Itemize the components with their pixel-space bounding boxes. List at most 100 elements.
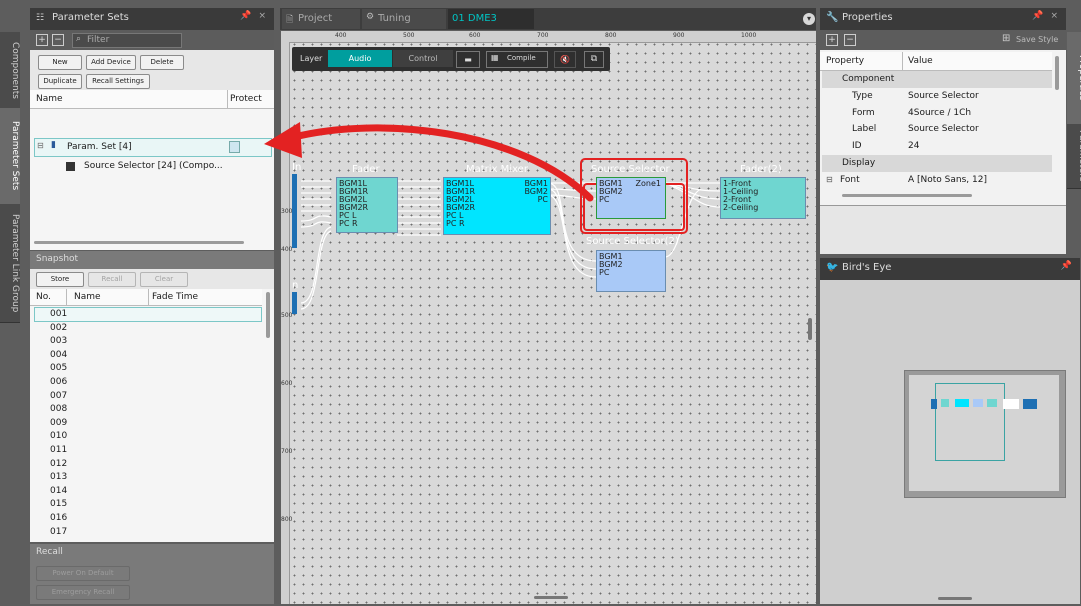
snapshot-row[interactable]: 006 (34, 376, 262, 390)
snapshot-list-header: No. Name Fade Time (30, 289, 262, 306)
tab-dme3[interactable]: 01 DME3 (448, 9, 534, 29)
snapshot-row[interactable]: 012 (34, 458, 262, 472)
snapshot-row[interactable]: 015 (34, 498, 262, 512)
collapse-icon[interactable]: ⊟ (826, 172, 833, 189)
source-selector-component[interactable]: BGM1 BGM2 PC Zone1 (596, 177, 666, 219)
snapshot-number: 017 (50, 526, 68, 537)
snapshot-row[interactable]: 003 (34, 335, 262, 349)
pin-icon[interactable]: 📌 (1061, 261, 1074, 271)
birdseye-minimap (931, 397, 1041, 411)
tree-item-param-set[interactable]: ⊟ ▮ Param. Set [4] (34, 138, 272, 157)
new-button[interactable]: New (38, 55, 82, 70)
pin-icon[interactable]: 📌 × (1032, 11, 1060, 21)
in2-label: n (292, 280, 299, 291)
expand-all-icon[interactable]: + (826, 34, 838, 46)
tab-tuning-label: Tuning (378, 13, 411, 24)
snapshot-row[interactable]: 011 (34, 444, 262, 458)
col-value: Value (908, 56, 933, 66)
tuning-icon: ⚙ (366, 12, 375, 22)
collapse-all-icon[interactable]: − (844, 34, 856, 46)
v-scrollbar[interactable] (266, 292, 270, 338)
save-style-label[interactable]: Save Style (1016, 35, 1058, 44)
property-row[interactable]: ID 24 (822, 138, 1052, 155)
clear-button[interactable]: Clear (140, 272, 188, 287)
col-no: No. (36, 292, 51, 302)
canvas-h-scrollbar[interactable] (534, 596, 568, 599)
recall-button[interactable]: Recall (88, 272, 136, 287)
birdseye-overview[interactable] (904, 370, 1066, 498)
tab-properties[interactable]: Properties (1067, 32, 1081, 125)
properties-h-scrollbar[interactable] (842, 194, 972, 197)
h-scrollbar[interactable] (34, 241, 244, 244)
tab-project[interactable]: 🗎 Project (282, 9, 360, 29)
tab-parameter-link-group[interactable]: Parameter Link Group (0, 204, 20, 323)
param-set-icon: ▮ (51, 140, 56, 150)
property-row[interactable]: Form 4Source / 1Ch (822, 104, 1052, 122)
property-row[interactable]: Font ⊟ A [Noto Sans, 12] (822, 171, 1052, 189)
fader2-component[interactable]: 1-Front 1-Ceiling 2-Front 2-Ceiling (720, 177, 806, 219)
properties-toolbar: + − ⊞ Save Style (820, 30, 1066, 50)
tab-components[interactable]: Components (0, 32, 20, 109)
snapshot-number: 003 (50, 336, 68, 347)
bird-icon: 🐦 (826, 262, 839, 273)
save-style-icon[interactable]: ⊞ (1002, 33, 1010, 44)
recall-header: Recall (30, 544, 274, 562)
snapshot-row[interactable]: 009 (34, 417, 262, 431)
snapshot-row[interactable]: 016 (34, 512, 262, 526)
tab-parameter-sets[interactable]: Parameter Sets (0, 108, 20, 205)
canvas-v-scrollbar[interactable] (808, 318, 812, 340)
delete-button[interactable]: Delete (140, 55, 184, 70)
pin-icon[interactable]: 📌 × (240, 11, 268, 21)
snapshot-number: 001 (50, 309, 68, 319)
snapshot-number: 007 (50, 390, 68, 401)
collapse-icon[interactable]: ⊟ (37, 141, 44, 150)
snapshot-row[interactable]: 005 (34, 362, 262, 376)
birdseye-viewport[interactable] (935, 383, 1005, 461)
property-key: Component (842, 74, 895, 84)
property-group[interactable]: Component (822, 71, 1052, 88)
param-set-label: Param. Set [4] (67, 142, 132, 152)
birdseye-header: 🐦 Bird's Eye 📌 (820, 258, 1080, 280)
property-value: Source Selector (908, 124, 979, 135)
add-device-button[interactable]: Add Device (86, 55, 136, 70)
filter-input[interactable]: ⌕ Filter (72, 33, 182, 48)
snapshot-row[interactable]: 001 (34, 308, 262, 322)
source-selector-2-component[interactable]: BGM1 BGM2 PC (596, 250, 666, 292)
property-group[interactable]: Display (822, 155, 1052, 172)
tab-parameters[interactable]: Parameters (1067, 124, 1081, 189)
collapse-all-icon[interactable]: − (52, 34, 64, 46)
tab-dme3-label: 01 DME3 (452, 13, 497, 24)
properties-title: Properties (842, 12, 893, 23)
properties-v-scrollbar[interactable] (1055, 56, 1059, 90)
tab-tuning[interactable]: ⚙ Tuning (362, 9, 446, 29)
snapshot-row[interactable]: 010 (34, 430, 262, 444)
snapshot-row[interactable]: 008 (34, 403, 262, 417)
property-row[interactable]: Label Source Selector (822, 121, 1052, 139)
property-row[interactable]: Type Source Selector (822, 87, 1052, 105)
tab-list-dropdown-icon[interactable]: ▾ (803, 13, 815, 25)
power-on-default-button[interactable]: Power On Default (36, 566, 130, 581)
property-key: Font (840, 174, 860, 185)
emergency-recall-button[interactable]: Emergency Recall (36, 585, 130, 600)
tree-header: Name Protect (30, 90, 274, 109)
snapshot-row[interactable]: 017 (34, 526, 262, 540)
expand-all-icon[interactable]: + (36, 34, 48, 46)
snapshot-row[interactable]: 014 (34, 485, 262, 499)
recall-settings-button[interactable]: Recall Settings (86, 74, 150, 89)
store-button[interactable]: Store (36, 272, 84, 287)
source-selector-2-title: Source Selector(2) (586, 236, 679, 247)
properties-header: 🔧 Properties 📌 × (820, 8, 1066, 30)
birdseye-scrollbar[interactable] (938, 597, 972, 600)
document-icon: 🗎 (286, 15, 294, 25)
snapshot-number: 015 (50, 499, 68, 510)
snapshot-row[interactable]: 002 (34, 322, 262, 336)
protect-icon[interactable] (229, 141, 240, 153)
snapshot-number: 009 (50, 417, 68, 428)
snapshot-row[interactable]: 004 (34, 349, 262, 363)
property-key: ID (852, 141, 862, 152)
snapshot-number: 005 (50, 363, 68, 374)
snapshot-number: 014 (50, 485, 68, 496)
snapshot-row[interactable]: 007 (34, 390, 262, 404)
snapshot-row[interactable]: 013 (34, 471, 262, 485)
duplicate-button[interactable]: Duplicate (38, 74, 82, 89)
